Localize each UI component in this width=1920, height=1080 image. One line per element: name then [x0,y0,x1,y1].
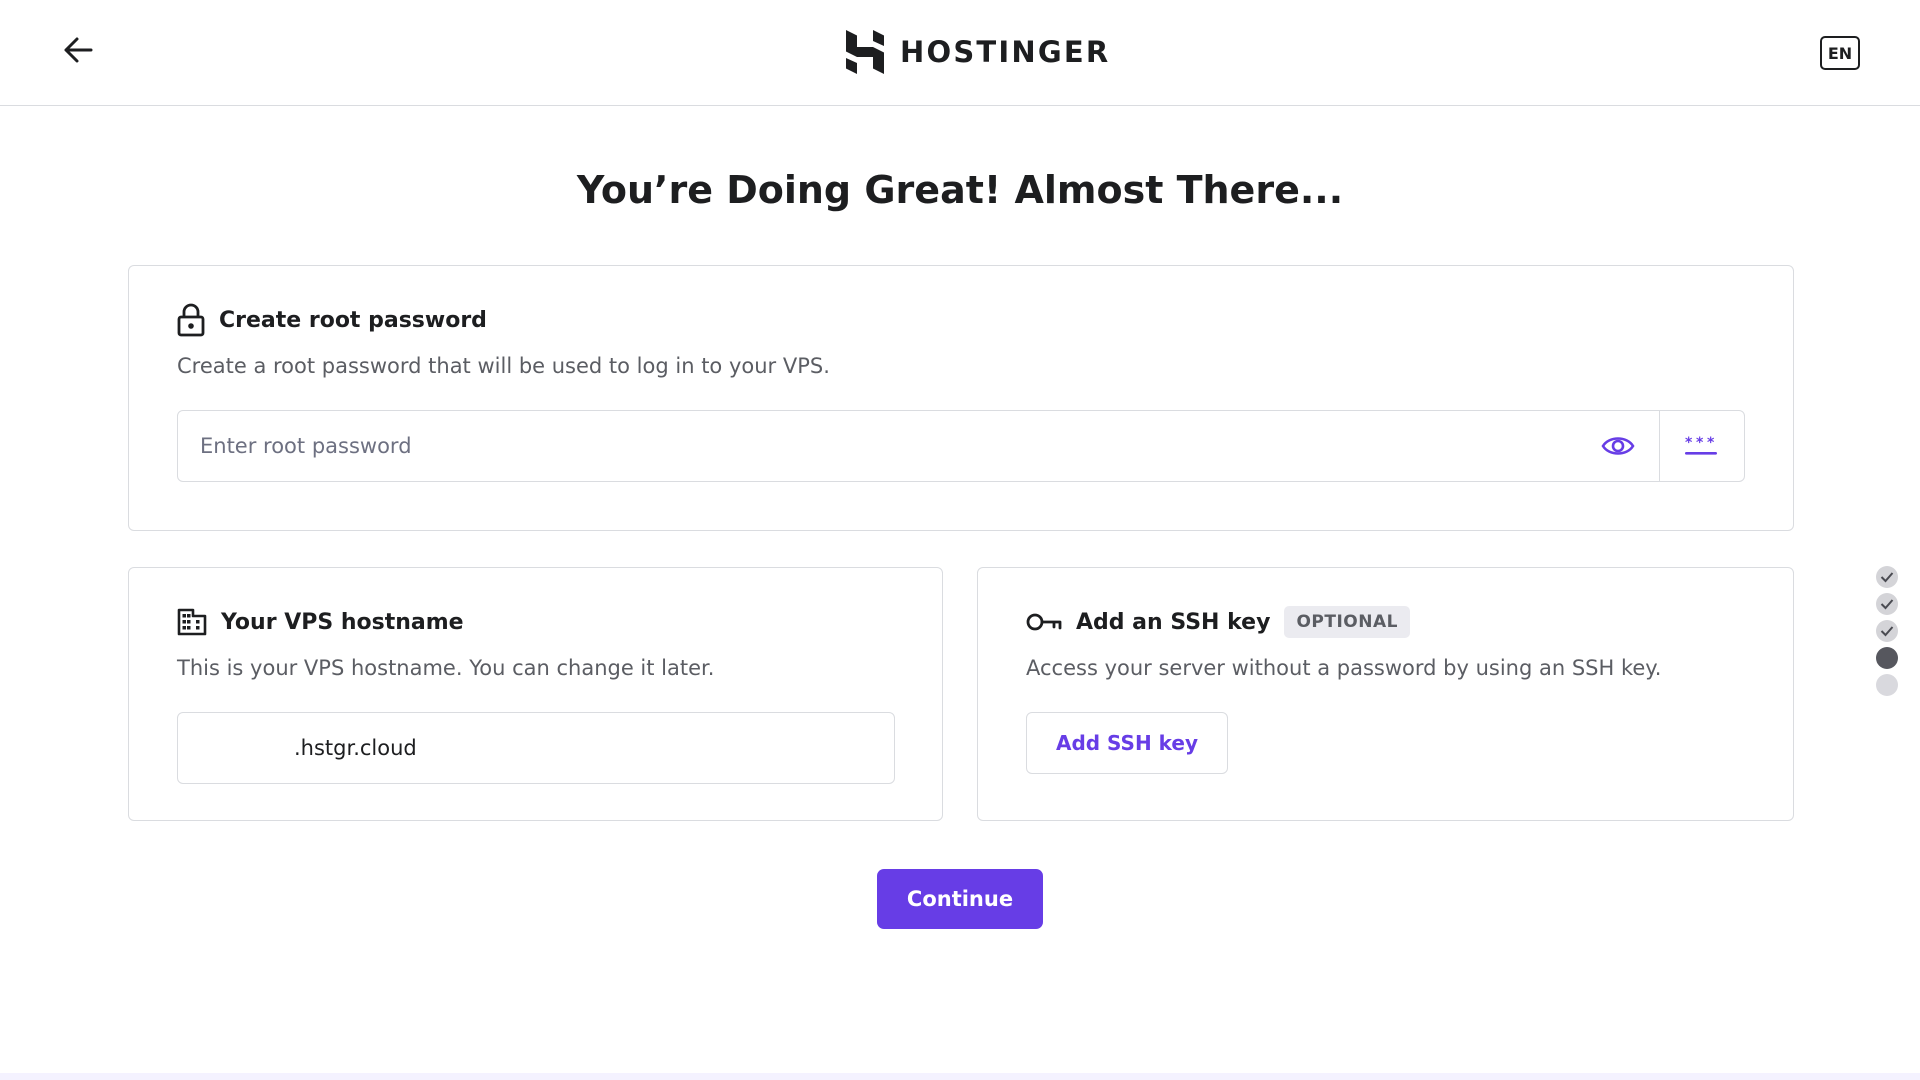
key-icon [1026,613,1062,631]
language-selector[interactable]: EN [1820,36,1860,70]
lock-icon [177,303,205,337]
root-password-field: * * * [177,410,1745,482]
svg-text:*: * [1707,435,1715,451]
ssh-key-description: Access your server without a password by… [1026,656,1662,680]
step-indicator-4 [1876,647,1898,669]
root-password-header: Create root password [177,302,487,338]
step-indicator-3 [1876,620,1898,642]
hostname-suffix: .hstgr.cloud [294,736,417,760]
root-password-description: Create a root password that will be used… [177,354,830,378]
step-progress [1876,566,1900,696]
building-icon [177,608,207,636]
ssh-key-title: Add an SSH key [1076,609,1271,635]
hostname-description: This is your VPS hostname. You can chang… [177,656,715,680]
ssh-key-header: Add an SSH key OPTIONAL [1026,604,1410,640]
root-password-card: Create root password Create a root passw… [128,265,1794,531]
hostinger-logo[interactable]: HOSTINGER [846,28,1110,76]
check-icon [1880,572,1894,583]
root-password-title: Create root password [219,307,487,333]
hostname-field: .hstgr.cloud [177,712,895,784]
logo-text: HOSTINGER [900,35,1111,69]
ssh-key-card: Add an SSH key OPTIONAL Access your serv… [977,567,1794,821]
add-ssh-key-button[interactable]: Add SSH key [1026,712,1228,774]
continue-button[interactable]: Continue [877,869,1043,929]
root-password-input[interactable] [178,411,1576,481]
hostname-header: Your VPS hostname [177,604,464,640]
step-indicator-2 [1876,593,1898,615]
generate-password-button[interactable]: * * * [1660,411,1744,481]
hostname-input[interactable] [178,713,294,783]
back-button[interactable] [58,30,98,70]
toggle-password-visibility-button[interactable] [1576,411,1660,481]
hostinger-logo-icon [846,30,884,74]
check-icon [1880,626,1894,637]
check-icon [1880,599,1894,610]
optional-badge: OPTIONAL [1284,606,1410,638]
arrow-left-icon [64,37,93,63]
step-indicator-5 [1876,674,1898,696]
hostname-card: Your VPS hostname This is your VPS hostn… [128,567,943,821]
step-indicator-1 [1876,566,1898,588]
password-generate-icon: * * * [1685,435,1717,455]
svg-text:*: * [1685,435,1693,451]
svg-text:*: * [1696,435,1704,451]
page-title: You’re Doing Great! Almost There... [576,168,1344,212]
hostname-title: Your VPS hostname [221,609,464,635]
eye-icon [1600,437,1635,455]
bottom-strip [0,1073,1920,1080]
top-bar: HOSTINGER EN [0,0,1920,106]
